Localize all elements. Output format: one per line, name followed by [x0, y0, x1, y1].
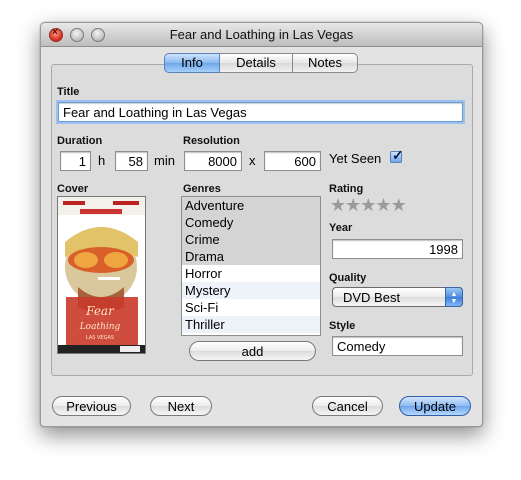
cover-label: Cover [57, 183, 89, 195]
genre-item[interactable]: Horror [182, 265, 320, 282]
star-icon[interactable]: ★ [345, 195, 361, 215]
star-icon[interactable]: ★ [375, 195, 391, 215]
cancel-button[interactable]: Cancel [312, 396, 383, 416]
title-bar[interactable]: × Fear and Loathing in Las Vegas [41, 23, 482, 47]
title-field[interactable]: Fear and Loathing in Las Vegas [58, 102, 463, 122]
tab-details[interactable]: Details [220, 53, 293, 73]
app-window: × Fear and Loathing in Las Vegas Info De… [40, 22, 483, 427]
tab-info[interactable]: Info [164, 53, 220, 73]
star-icon[interactable]: ★ [330, 195, 346, 215]
style-label: Style [329, 320, 356, 332]
stepper-arrows-icon: ▲ ▼ [445, 287, 463, 307]
hours-unit: h [98, 153, 106, 168]
duration-hours-field[interactable]: 1 [60, 151, 91, 171]
style-field[interactable]: Comedy [332, 336, 463, 356]
year-field[interactable]: 1998 [332, 239, 463, 259]
window-title: Fear and Loathing in Las Vegas [169, 27, 354, 42]
star-icon[interactable]: ★ [391, 195, 407, 215]
tab-notes[interactable]: Notes [293, 53, 358, 73]
year-label: Year [329, 222, 353, 234]
quality-select[interactable]: DVD Best ▲ ▼ [332, 287, 463, 307]
update-button[interactable]: Update [399, 396, 471, 416]
resolution-label: Resolution [183, 135, 240, 147]
tab-bar: Info Details Notes [164, 53, 358, 73]
genre-item[interactable]: Drama [182, 248, 320, 265]
genre-item[interactable]: Crime [182, 231, 320, 248]
minutes-unit: min [154, 153, 175, 168]
star-icon[interactable]: ★ [360, 195, 376, 215]
genre-item[interactable]: Sci-Fi [182, 299, 320, 316]
rating-stars[interactable]: ★★★★★ [330, 195, 407, 216]
svg-text:Fear: Fear [85, 304, 115, 318]
svg-text:Loathing: Loathing [79, 322, 121, 332]
resolution-height-field[interactable]: 600 [264, 151, 321, 171]
genres-list[interactable]: Adventure Comedy Crime Drama Horror Myst… [181, 196, 321, 336]
cover-image[interactable]: Fear Loathing LAS VEGAS [57, 196, 146, 354]
genres-label: Genres [183, 183, 221, 195]
resolution-separator: x [249, 153, 256, 168]
previous-button[interactable]: Previous [52, 396, 131, 416]
quality-value: DVD Best [343, 290, 401, 305]
title-label: Title [57, 86, 80, 98]
next-button[interactable]: Next [150, 396, 212, 416]
svg-text:LAS VEGAS: LAS VEGAS [86, 335, 114, 341]
genre-item[interactable]: Mystery [182, 282, 320, 299]
resolution-width-field[interactable]: 8000 [184, 151, 242, 171]
genre-item[interactable]: Adventure [182, 197, 320, 214]
yet-seen-label: Yet Seen [329, 151, 382, 166]
yet-seen-checkbox[interactable]: ✓ [390, 147, 404, 163]
genre-item[interactable]: Thriller [182, 316, 320, 333]
quality-label: Quality [329, 272, 367, 284]
rating-label: Rating [329, 183, 364, 195]
checkmark-icon: ✓ [392, 147, 404, 163]
cover-artwork: Fear Loathing LAS VEGAS [58, 197, 145, 353]
duration-minutes-field[interactable]: 58 [115, 151, 148, 171]
duration-label: Duration [57, 135, 103, 147]
add-genre-button[interactable]: add [189, 341, 316, 361]
genre-item[interactable]: Comedy [182, 214, 320, 231]
